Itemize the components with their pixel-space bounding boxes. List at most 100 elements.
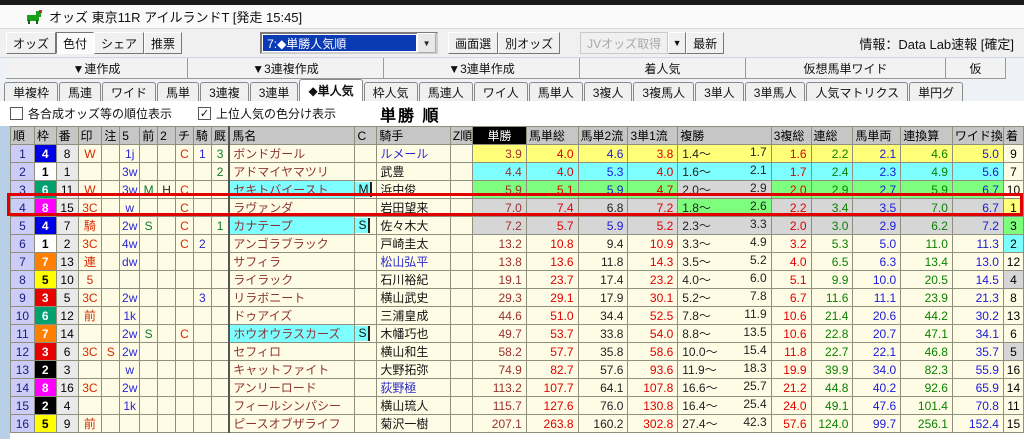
tab-bar: 単複枠馬連ワイド馬単3連複3連単◆単人気枠人気馬連人ワイ人馬単人3複人3複馬人3… [0,79,1024,101]
cell-note [102,415,120,433]
tab-4[interactable]: 馬単 [157,82,199,101]
cell-kyu [211,343,229,361]
column-header-9[interactable]: チ [175,127,193,145]
color-button[interactable]: 色付 [56,32,94,54]
cell-rank: 6 [11,235,35,253]
tab-13[interactable]: 3複馬人 [633,82,694,101]
column-header-2[interactable]: 枠 [34,127,56,145]
column-header-23[interactable]: 馬単両 [853,127,901,145]
cell-chaku: 5 [1003,343,1023,361]
cell-n2 [158,199,176,217]
group-tab-5[interactable]: 仮想馬単ワイド [746,58,946,79]
cell-ren_total: 9.9 [811,271,853,289]
cell-sanpuku_total: 2.2 [771,199,811,217]
tab-17[interactable]: 単円グ [909,82,963,101]
column-header-4[interactable]: 印 [78,127,102,145]
color-coding-option[interactable]: ✓ 上位人気の色分け表示 [198,105,336,122]
column-header-12[interactable]: 馬名 [229,127,355,145]
column-header-3[interactable]: 番 [56,127,78,145]
tab-11[interactable]: 馬単人 [529,82,583,101]
column-header-20[interactable]: 複勝 [678,127,771,145]
tab-5[interactable]: 3連複 [200,82,249,101]
tab-2[interactable]: 馬連 [59,82,101,101]
column-header-13[interactable]: C [355,127,377,145]
group-tab-2[interactable]: ▼3連複作成 [188,58,384,79]
view-mode-select[interactable]: 7:◆単勝人気順 ▼ [260,32,438,54]
cell-n2 [158,379,176,397]
tab-15[interactable]: 3単馬人 [745,82,806,101]
column-header-8[interactable]: 2 [158,127,176,145]
table-row[interactable]: 547騎2wSC1カナテープS佐々木大7.25.75.95.22.3～3.32.… [11,217,1024,235]
screen-select-button[interactable]: 画面選 [448,32,498,54]
cell-waku: 2 [34,397,56,415]
group-tab-6[interactable]: 仮 [946,58,1006,79]
tab-8[interactable]: 枠人気 [364,82,418,101]
share-button[interactable]: シェア [94,32,144,54]
column-header-21[interactable]: 3複総 [771,127,811,145]
jv-fetch-dropdown-icon[interactable]: ▼ [668,32,686,54]
cell-n2 [158,415,176,433]
color-coding-checkbox[interactable]: ✓ [198,107,211,120]
table-row[interactable]: 7713連dwサフィラ松山弘平13.813.611.814.33.5～5.24.… [11,253,1024,271]
cell-umatan_2ryu: 5.9 [578,181,628,199]
table-row[interactable]: 117142wSCホウオウラスカーズS木幡巧也49.753.733.854.08… [11,325,1024,343]
table-row[interactable]: 148163C2wアンリーロード荻野極113.2107.764.1107.816… [11,379,1024,397]
column-header-19[interactable]: 3単1流 [628,127,678,145]
column-header-6[interactable]: 5 [120,127,140,145]
tab-9[interactable]: 馬連人 [419,82,473,101]
column-header-16[interactable]: 単勝 [473,127,527,145]
column-header-25[interactable]: ワイド換 [952,127,1003,145]
column-header-1[interactable]: 順 [11,127,35,145]
column-header-7[interactable]: 前 [140,127,158,145]
table-row[interactable]: 3611W3wMHCセキトバイーストM浜中俊5.95.15.94.72.0～2.… [11,181,1024,199]
cell-umatan_2ryu: 76.0 [578,397,628,415]
other-odds-button[interactable]: 別オッズ [498,32,560,54]
table-row[interactable]: 12363CS2wセフィロ横山和生58.257.735.858.610.0～15… [11,343,1024,361]
tab-10[interactable]: ワイ人 [474,82,528,101]
tab-12[interactable]: 3複人 [584,82,633,101]
chevron-down-icon[interactable]: ▼ [417,33,436,53]
table-row[interactable]: 1323wキャットファイト大野拓弥74.982.757.693.611.9～18… [11,361,1024,379]
table-row[interactable]: 85105ライラック石川裕紀19.123.717.423.24.0～6.05.1… [11,271,1024,289]
cell-z [450,361,472,379]
tab-1[interactable]: 単複枠 [4,82,58,101]
rank-display-checkbox[interactable] [10,107,23,120]
column-header-10[interactable]: 騎 [193,127,211,145]
table-row[interactable]: 2113w2アドマイヤマツリ武豊4.44.05.34.01.6～2.11.72.… [11,163,1024,181]
group-tab-4[interactable]: 着人気 [580,58,746,79]
table-row[interactable]: 10612前1kドゥアイズ三浦皇成44.651.034.452.57.8～11.… [11,307,1024,325]
table-row[interactable]: 48153CwCラヴァンダ岩田望来7.07.46.87.21.8～2.62.23… [11,199,1024,217]
column-header-15[interactable]: Z順 [450,127,472,145]
cell-z [450,199,472,217]
table-row[interactable]: 148W1jC13ボンドガールルメール3.94.04.63.81.4～1.71.… [11,145,1024,163]
tab-7[interactable]: ◆単人気 [299,79,362,101]
tab-16[interactable]: 人気マトリクス [806,82,908,101]
group-tab-1[interactable]: ▼連作成 [6,58,188,79]
column-header-26[interactable]: 着 [1003,127,1023,145]
column-header-11[interactable]: 厩 [211,127,229,145]
suihyo-button[interactable]: 推票 [144,32,182,54]
column-header-24[interactable]: 連換算 [901,127,953,145]
tab-3[interactable]: ワイド [102,82,156,101]
odds-button[interactable]: オッズ [6,32,56,54]
cell-ren_total: 22.8 [811,325,853,343]
column-header-14[interactable]: 騎手 [377,127,451,145]
column-header-17[interactable]: 馬単総 [526,127,578,145]
table-row[interactable]: 1659前ピースオブザライフ菊沢一樹207.1263.8160.2302.827… [11,415,1024,433]
table-row[interactable]: 9353C2w3リラボニート横山武史29.329.117.930.15.2～7.… [11,289,1024,307]
group-tab-3[interactable]: ▼3連単作成 [384,58,580,79]
column-header-22[interactable]: 連総 [811,127,853,145]
column-header-5[interactable]: 注 [102,127,120,145]
table-row[interactable]: 6123C4wC2アンゴラブラック戸崎圭太13.210.89.410.93.3～… [11,235,1024,253]
latest-button[interactable]: 最新 [686,32,724,54]
tab-14[interactable]: 3単人 [695,82,744,101]
cell-sanpuku_total: 4.0 [771,253,811,271]
column-header-18[interactable]: 馬単2流 [578,127,628,145]
rank-display-option[interactable]: 各合成オッズ等の順位表示 [10,105,172,122]
cell-cmark [355,271,377,289]
tab-6[interactable]: 3連単 [250,82,299,101]
cell-note [102,163,120,181]
cell-jockey: 三浦皇成 [377,307,451,325]
table-row[interactable]: 15241kフィールシンパシー横山琉人115.7127.676.0130.816… [11,397,1024,415]
cell-umatan_total: 263.8 [526,415,578,433]
